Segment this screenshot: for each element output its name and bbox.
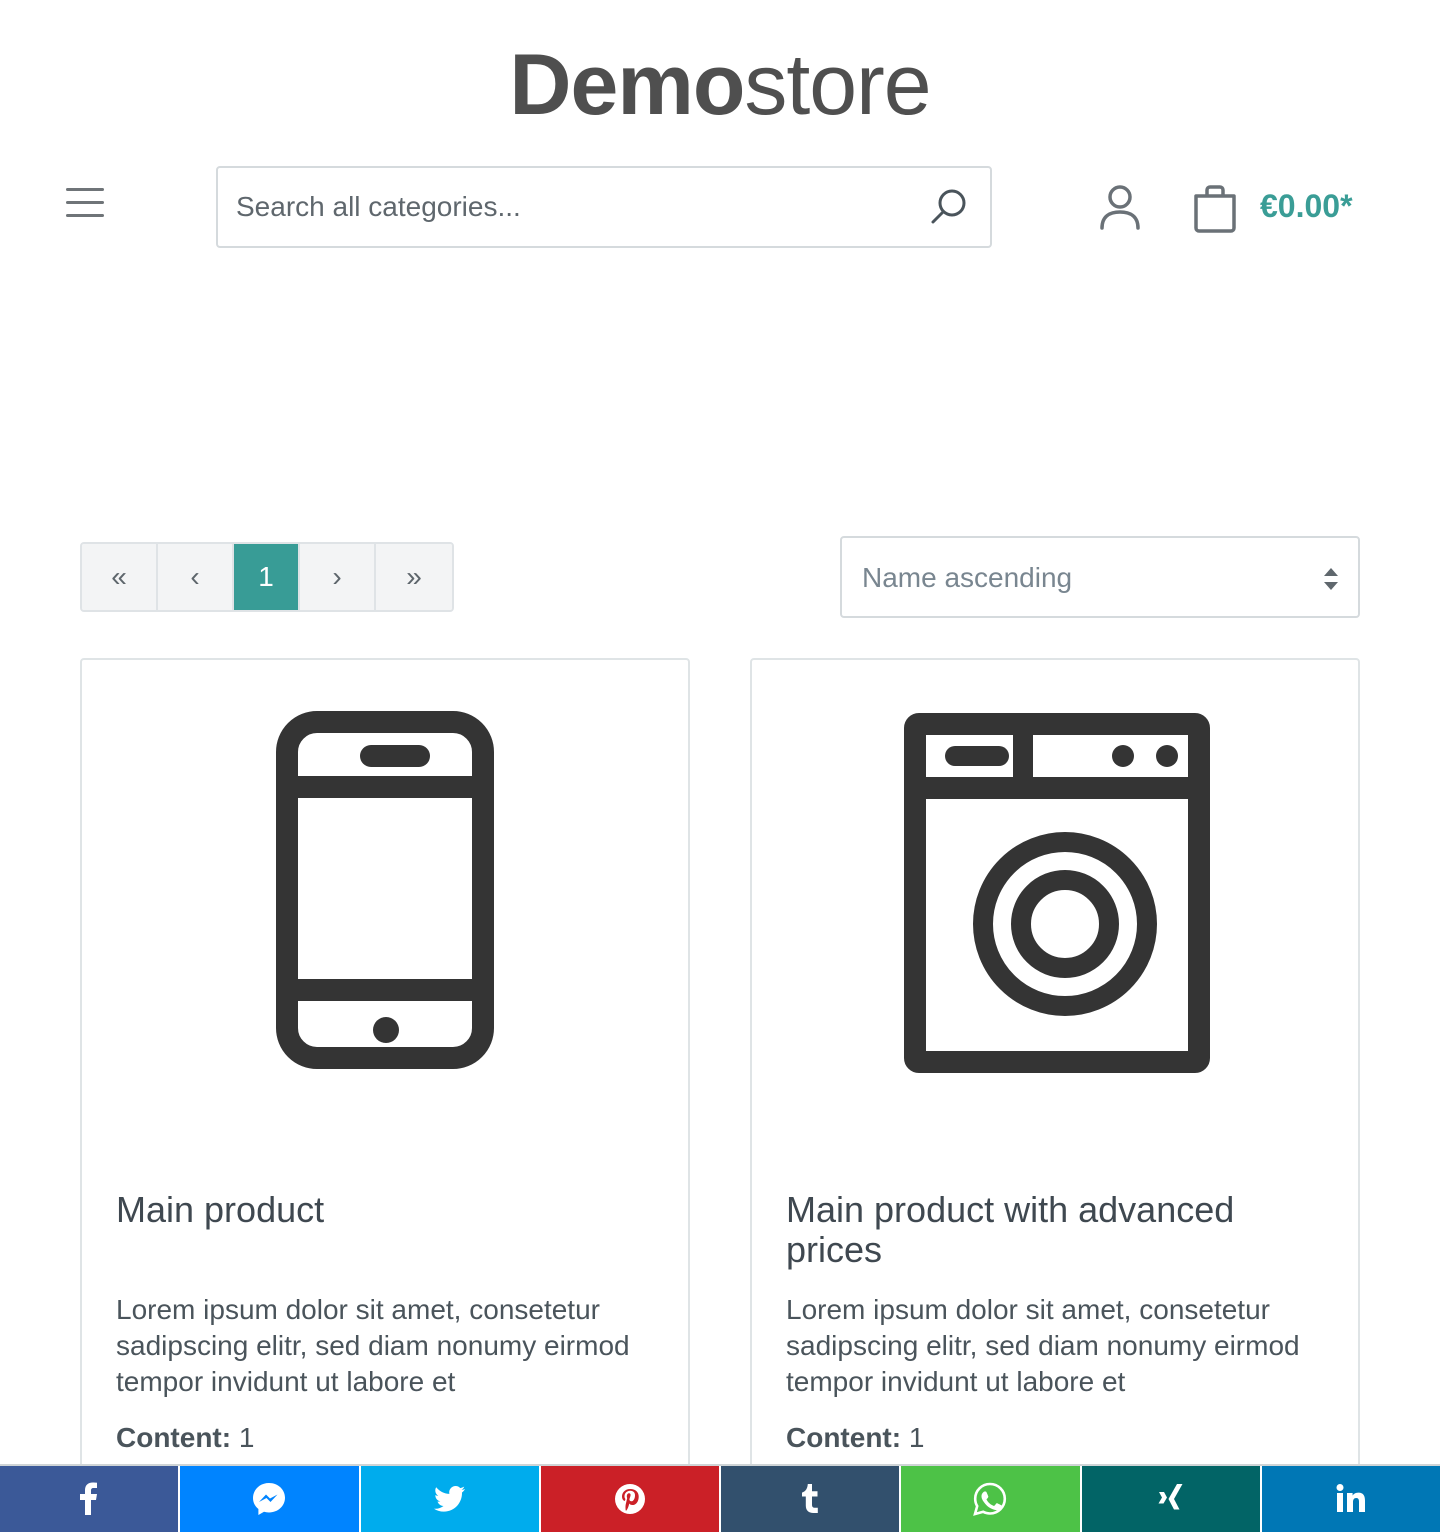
account-user-icon[interactable] — [1094, 182, 1146, 234]
product-description: Lorem ipsum dolor sit amet, consetetur s… — [116, 1294, 630, 1397]
washing-machine-icon — [904, 713, 1210, 1073]
tumblr-icon — [802, 1484, 818, 1513]
store-logo[interactable]: Demostore — [0, 40, 1440, 130]
pagination-prev-button[interactable]: ‹ — [158, 544, 234, 610]
share-tumblr-button[interactable] — [721, 1466, 902, 1532]
product-image[interactable] — [752, 700, 1358, 1140]
search-icon[interactable] — [928, 186, 970, 228]
pagination-current-page[interactable]: 1 — [234, 544, 300, 610]
product-description: Lorem ipsum dolor sit amet, consetetur s… — [786, 1294, 1300, 1397]
shopping-bag-icon — [1194, 185, 1236, 233]
share-twitter-button[interactable] — [360, 1466, 541, 1532]
messenger-icon — [253, 1483, 286, 1515]
share-xing-button[interactable] — [1081, 1466, 1262, 1532]
xing-icon — [1158, 1484, 1183, 1510]
logo-light-text: store — [744, 37, 931, 133]
logo-bold-text: Demo — [509, 37, 745, 133]
share-linkedin-button[interactable] — [1261, 1466, 1440, 1532]
twitter-icon — [433, 1486, 465, 1512]
whatsapp-icon — [973, 1482, 1007, 1516]
product-content-value: 1 — [238, 1422, 255, 1453]
product-image[interactable] — [82, 700, 688, 1140]
pagination-last-button[interactable]: » — [376, 544, 452, 610]
facebook-icon — [80, 1482, 98, 1515]
menu-hamburger-icon[interactable] — [66, 188, 110, 226]
share-whatsapp-button[interactable] — [901, 1466, 1082, 1532]
smartphone-icon — [276, 711, 494, 1069]
linkedin-icon — [1336, 1484, 1365, 1512]
share-facebook-button[interactable] — [0, 1466, 181, 1532]
product-name[interactable]: Main product — [116, 1190, 656, 1230]
sort-arrows-icon — [1324, 568, 1338, 590]
search-box — [216, 166, 992, 248]
search-input[interactable] — [236, 168, 916, 246]
product-content-label: Content: — [786, 1422, 902, 1453]
product-card: Main product Lorem ipsum dolor sit amet,… — [80, 658, 690, 1532]
share-messenger-button[interactable] — [180, 1466, 361, 1532]
product-card: Main product with advanced prices Lorem … — [750, 658, 1360, 1532]
cart-button[interactable]: €0.00* — [1190, 180, 1380, 236]
product-content-value: 1 — [908, 1422, 925, 1453]
pagination-first-button[interactable]: « — [82, 544, 158, 610]
sorting-selected-value: Name ascending — [862, 562, 1073, 593]
pinterest-icon — [614, 1484, 645, 1514]
sorting-select[interactable]: Name ascending — [840, 536, 1360, 618]
product-content: Content: 1 — [786, 1422, 924, 1454]
cart-total-price: €0.00* — [1260, 188, 1353, 224]
pagination: « ‹ 1 › » — [80, 542, 454, 612]
social-share-bar — [0, 1464, 1440, 1532]
share-pinterest-button[interactable] — [540, 1466, 721, 1532]
product-content-label: Content: — [116, 1422, 232, 1453]
product-content: Content: 1 — [116, 1422, 254, 1454]
pagination-next-button[interactable]: › — [300, 544, 376, 610]
product-name[interactable]: Main product with advanced prices — [786, 1190, 1326, 1270]
